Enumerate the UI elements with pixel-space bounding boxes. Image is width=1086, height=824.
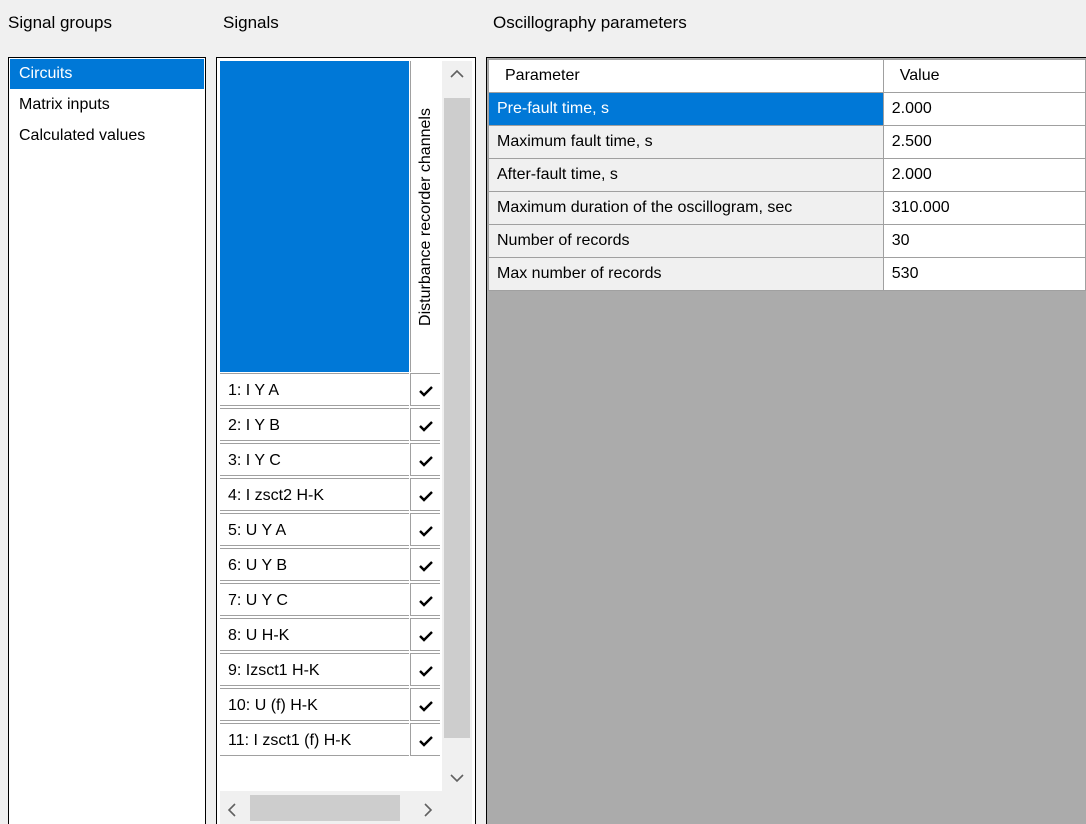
parameter-value-field[interactable]: 30 — [882, 224, 1086, 258]
recorder-channel-checkbox[interactable] — [410, 688, 440, 721]
column-header-parameter[interactable]: Parameter — [488, 59, 884, 93]
recorder-channel-checkbox[interactable] — [410, 408, 440, 441]
signal-row[interactable]: 1: I Y A — [220, 373, 440, 406]
parameter-value-field[interactable]: 2.000 — [882, 92, 1086, 126]
signal-row[interactable]: 4: I zsct2 H-K — [220, 478, 440, 511]
parameter-row[interactable]: Max number of records 530 — [488, 257, 1086, 291]
group-item-calculated-values[interactable]: Calculated values — [10, 121, 204, 151]
parameter-row[interactable]: Maximum fault time, s 2.500 — [488, 125, 1086, 159]
signal-row[interactable]: 6: U Y B — [220, 548, 440, 581]
signals-grid[interactable]: Disturbance recorder channels 1: I Y A 2:… — [216, 57, 476, 824]
signal-groups-header: Signal groups — [8, 13, 112, 32]
recorder-channel-checkbox[interactable] — [410, 583, 440, 616]
parameter-name[interactable]: Number of records — [488, 224, 884, 258]
parameter-name[interactable]: Max number of records — [488, 257, 884, 291]
recorder-channels-column-header[interactable]: Disturbance recorder channels — [410, 61, 441, 372]
recorder-channel-checkbox[interactable] — [410, 548, 440, 581]
signal-name[interactable]: 5: U Y A — [220, 513, 409, 546]
group-item-circuits[interactable]: Circuits — [10, 59, 204, 89]
parameter-row[interactable]: After-fault time, s 2.000 — [488, 158, 1086, 192]
check-icon — [419, 526, 433, 537]
signal-row[interactable]: 9: Izsct1 H-K — [220, 653, 440, 686]
check-icon — [419, 596, 433, 607]
chevron-up-icon[interactable] — [450, 66, 464, 84]
signal-row[interactable]: 11: I zsct1 (f) H-K — [220, 723, 440, 756]
chevron-down-icon[interactable] — [450, 770, 464, 788]
parameter-row[interactable]: Maximum duration of the oscillogram, sec… — [488, 191, 1086, 225]
recorder-channel-checkbox[interactable] — [410, 443, 440, 476]
oscillography-header: Oscillography parameters — [493, 13, 687, 32]
group-item-matrix-inputs[interactable]: Matrix inputs — [10, 90, 204, 120]
signal-name[interactable]: 10: U (f) H-K — [220, 688, 409, 721]
check-icon — [419, 666, 433, 677]
parameter-value-field[interactable]: 310.000 — [882, 191, 1086, 225]
parameter-name[interactable]: Maximum fault time, s — [488, 125, 884, 159]
recorder-channel-checkbox[interactable] — [410, 513, 440, 546]
signal-row[interactable]: 7: U Y C — [220, 583, 440, 616]
parameter-value-field[interactable]: 2.000 — [882, 158, 1086, 192]
signal-name[interactable]: 9: Izsct1 H-K — [220, 653, 409, 686]
parameter-name[interactable]: After-fault time, s — [488, 158, 884, 192]
parameter-value-field[interactable]: 530 — [882, 257, 1086, 291]
recorder-channel-checkbox[interactable] — [410, 653, 440, 686]
parameter-name[interactable]: Pre-fault time, s — [488, 92, 884, 126]
signal-row[interactable]: 5: U Y A — [220, 513, 440, 546]
signals-header: Signals — [223, 13, 279, 32]
signal-name[interactable]: 4: I zsct2 H-K — [220, 478, 409, 511]
parameter-row[interactable]: Pre-fault time, s 2.000 — [488, 92, 1086, 126]
signal-name[interactable]: 1: I Y A — [220, 373, 409, 406]
signal-name[interactable]: 6: U Y B — [220, 548, 409, 581]
chevron-left-icon[interactable] — [227, 803, 237, 822]
signal-name[interactable]: 8: U H-K — [220, 618, 409, 651]
signal-name[interactable]: 7: U Y C — [220, 583, 409, 616]
signal-name[interactable]: 3: I Y C — [220, 443, 409, 476]
chevron-right-icon[interactable] — [423, 803, 433, 822]
signal-name-column-header[interactable] — [220, 61, 409, 372]
horizontal-scroll-thumb[interactable] — [250, 795, 400, 821]
check-icon — [419, 701, 433, 712]
parameters-table: Parameter Value Pre-fault time, s 2.000 Ma… — [488, 59, 1086, 291]
check-icon — [419, 386, 433, 397]
check-icon — [419, 736, 433, 747]
vertical-scroll-thumb[interactable] — [444, 98, 470, 738]
parameter-row[interactable]: Number of records 30 — [488, 224, 1086, 258]
check-icon — [419, 491, 433, 502]
signal-name[interactable]: 11: I zsct1 (f) H-K — [220, 723, 409, 756]
signal-row[interactable]: 2: I Y B — [220, 408, 440, 441]
check-icon — [419, 421, 433, 432]
recorder-channel-checkbox[interactable] — [410, 723, 440, 756]
oscillography-parameters-grid[interactable]: Parameter Value Pre-fault time, s 2.000 Ma… — [486, 57, 1086, 824]
signal-groups-list[interactable]: Circuits Matrix inputs Calculated values — [8, 57, 206, 824]
column-header-value[interactable]: Value — [882, 59, 1086, 93]
signal-row[interactable]: 3: I Y C — [220, 443, 440, 476]
check-icon — [419, 561, 433, 572]
signal-name[interactable]: 2: I Y B — [220, 408, 409, 441]
signal-row[interactable]: 10: U (f) H-K — [220, 688, 440, 721]
parameter-name[interactable]: Maximum duration of the oscillogram, sec — [488, 191, 884, 225]
recorder-channel-checkbox[interactable] — [410, 478, 440, 511]
recorder-channels-label: Disturbance recorder channels — [417, 107, 434, 326]
recorder-channel-checkbox[interactable] — [410, 373, 440, 406]
check-icon — [419, 631, 433, 642]
check-icon — [419, 456, 433, 467]
parameter-value-field[interactable]: 2.500 — [882, 125, 1086, 159]
signal-row[interactable]: 8: U H-K — [220, 618, 440, 651]
recorder-channel-checkbox[interactable] — [410, 618, 440, 651]
